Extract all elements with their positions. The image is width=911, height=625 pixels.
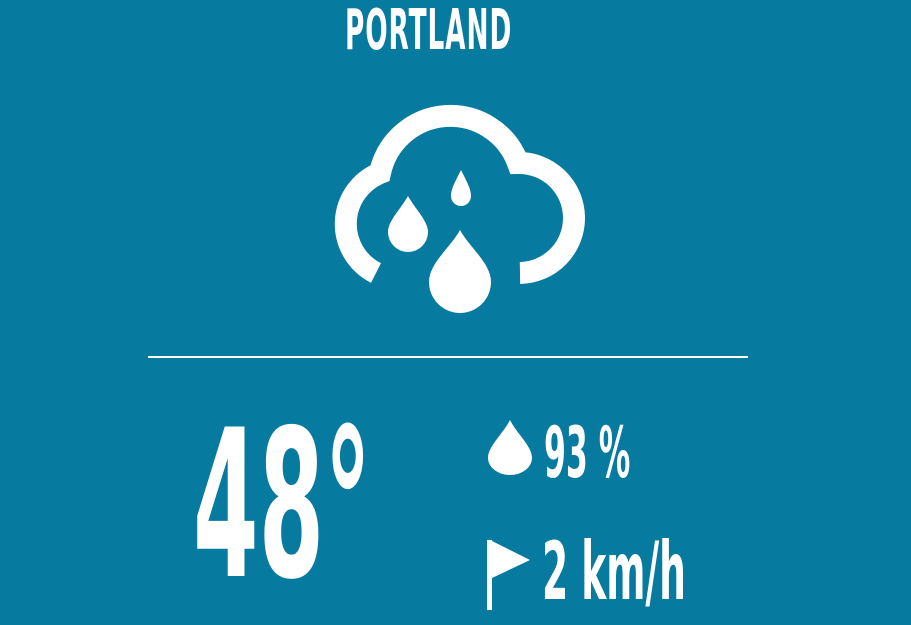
droplet-icon xyxy=(488,420,532,475)
divider xyxy=(148,356,748,358)
temperature-value: 48° xyxy=(193,387,372,625)
humidity-value: 93 % xyxy=(544,412,631,494)
rain-cloud-icon xyxy=(334,104,585,313)
wind-speed-value: 2 km/h xyxy=(542,525,686,618)
city-name: PORTLAND xyxy=(345,0,513,63)
flag-icon xyxy=(487,540,530,610)
